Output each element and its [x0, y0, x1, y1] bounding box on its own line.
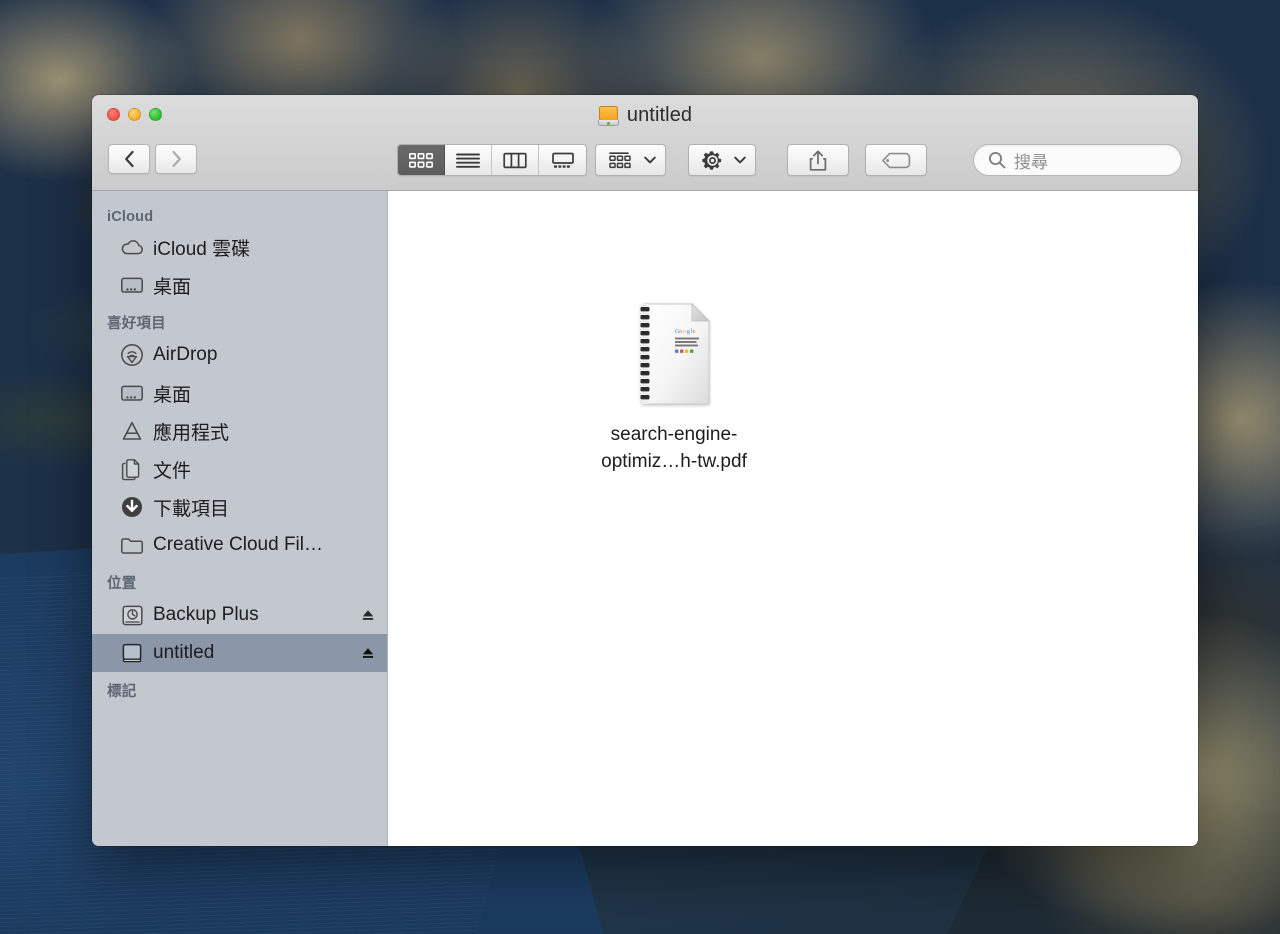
sidebar-item-label: 桌面: [153, 276, 192, 298]
list-icon: [456, 153, 480, 168]
sidebar-item-applications[interactable]: 應用程式: [92, 412, 387, 450]
gallery-view-button[interactable]: [539, 145, 586, 175]
eject-icon[interactable]: [361, 608, 375, 622]
back-button[interactable]: [108, 144, 150, 174]
share-button[interactable]: [787, 144, 849, 176]
eject-icon[interactable]: [361, 646, 375, 660]
column-view-button[interactable]: [492, 145, 539, 175]
view-mode-segmented-control: [397, 144, 587, 176]
airdrop-icon: [120, 343, 144, 367]
sidebar-item-backup-plus[interactable]: Backup Plus: [92, 596, 387, 634]
minimize-button[interactable]: [128, 108, 141, 121]
external-drive-icon: [120, 641, 144, 665]
file-item[interactable]: G o o g l e search-engine-optimiz…h-tw.p…: [582, 303, 766, 475]
finder-window: untitled 搜尋 iCloud iCloud 雲碟 桌面 喜好項目 Air…: [92, 95, 1198, 846]
sidebar-section-tags-header: 標記: [107, 684, 137, 700]
file-name: search-engine-optimiz…h-tw.pdf: [601, 424, 747, 472]
svg-text:o: o: [683, 328, 686, 335]
window-title-bar: untitled: [92, 104, 1198, 127]
columns-icon: [503, 152, 527, 168]
search-placeholder: 搜尋: [1014, 152, 1048, 172]
search-icon: [989, 152, 1006, 169]
arrange-grid-icon: [609, 151, 631, 168]
sidebar-item-label: 應用程式: [153, 422, 230, 444]
search-input[interactable]: 搜尋: [973, 144, 1182, 176]
toolbar-controls-row: 搜尋: [92, 137, 1198, 181]
sidebar-item-desktop-icloud[interactable]: 桌面: [92, 266, 387, 304]
sidebar-item-label: 文件: [153, 460, 192, 482]
list-view-button[interactable]: [445, 145, 492, 175]
close-button[interactable]: [107, 108, 120, 121]
chevron-left-icon: [124, 150, 134, 168]
tag-button[interactable]: [865, 144, 927, 176]
chevron-right-icon: [171, 150, 181, 168]
sidebar-item-creative-cloud-files[interactable]: Creative Cloud Fil…: [92, 526, 387, 564]
sidebar-item-icloud-drive[interactable]: iCloud 雲碟: [92, 228, 387, 266]
zoom-button[interactable]: [149, 108, 162, 121]
sidebar-item-label: Creative Cloud Fil…: [153, 534, 323, 555]
svg-text:e: e: [693, 328, 696, 335]
grid-icon: [408, 152, 433, 168]
window-toolbar: untitled 搜尋: [92, 95, 1198, 191]
window-title: untitled: [626, 104, 693, 126]
sidebar-item-label: untitled: [153, 642, 215, 663]
window-body: iCloud iCloud 雲碟 桌面 喜好項目 AirDrop 桌面 應用程式…: [92, 191, 1198, 846]
sidebar-item-documents[interactable]: 文件: [92, 450, 387, 488]
tag-icon: [882, 152, 911, 168]
sidebar-item-label: AirDrop: [153, 344, 218, 365]
navigation-buttons: [108, 144, 197, 174]
folder-icon: [120, 533, 144, 557]
cloud-icon: [120, 235, 144, 259]
share-icon: [809, 150, 827, 171]
icon-view-button[interactable]: [398, 145, 445, 175]
sidebar-item-label: Backup Plus: [153, 604, 259, 625]
applications-icon: [120, 419, 144, 443]
desktop-icon: [120, 381, 144, 405]
coverflow-icon: [551, 152, 574, 168]
documents-icon: [120, 457, 144, 481]
gear-icon: [702, 150, 722, 170]
sidebar-item-label: 下載項目: [153, 498, 230, 520]
window-controls: [107, 108, 162, 121]
forward-button[interactable]: [155, 144, 197, 174]
sidebar-item-untitled[interactable]: untitled: [92, 634, 387, 672]
svg-text:g: g: [687, 328, 690, 335]
desktop-icon: [120, 273, 144, 297]
sidebar: iCloud iCloud 雲碟 桌面 喜好項目 AirDrop 桌面 應用程式…: [92, 191, 388, 846]
sidebar-item-label: iCloud 雲碟: [153, 238, 251, 260]
chevron-down-icon: [734, 156, 746, 164]
file-list-area[interactable]: G o o g l e search-engine-optimiz…h-tw.p…: [388, 191, 1198, 846]
external-drive-icon: [597, 105, 619, 126]
sidebar-item-airdrop[interactable]: AirDrop: [92, 336, 387, 374]
sidebar-item-desktop[interactable]: 桌面: [92, 374, 387, 412]
time-machine-drive-icon: [120, 603, 144, 627]
pdf-document-icon: G o o g l e: [640, 303, 710, 405]
chevron-down-icon: [644, 156, 656, 164]
action-menu-button[interactable]: [688, 144, 756, 176]
sidebar-section-icloud-header: iCloud: [107, 209, 154, 225]
svg-text:o: o: [679, 328, 682, 335]
downloads-icon: [120, 495, 144, 519]
arrange-button[interactable]: [595, 144, 666, 176]
sidebar-item-downloads[interactable]: 下載項目: [92, 488, 387, 526]
sidebar-section-locations-header: 位置: [107, 576, 137, 592]
sidebar-section-favorites-header: 喜好項目: [107, 316, 166, 332]
sidebar-item-label: 桌面: [153, 384, 192, 406]
